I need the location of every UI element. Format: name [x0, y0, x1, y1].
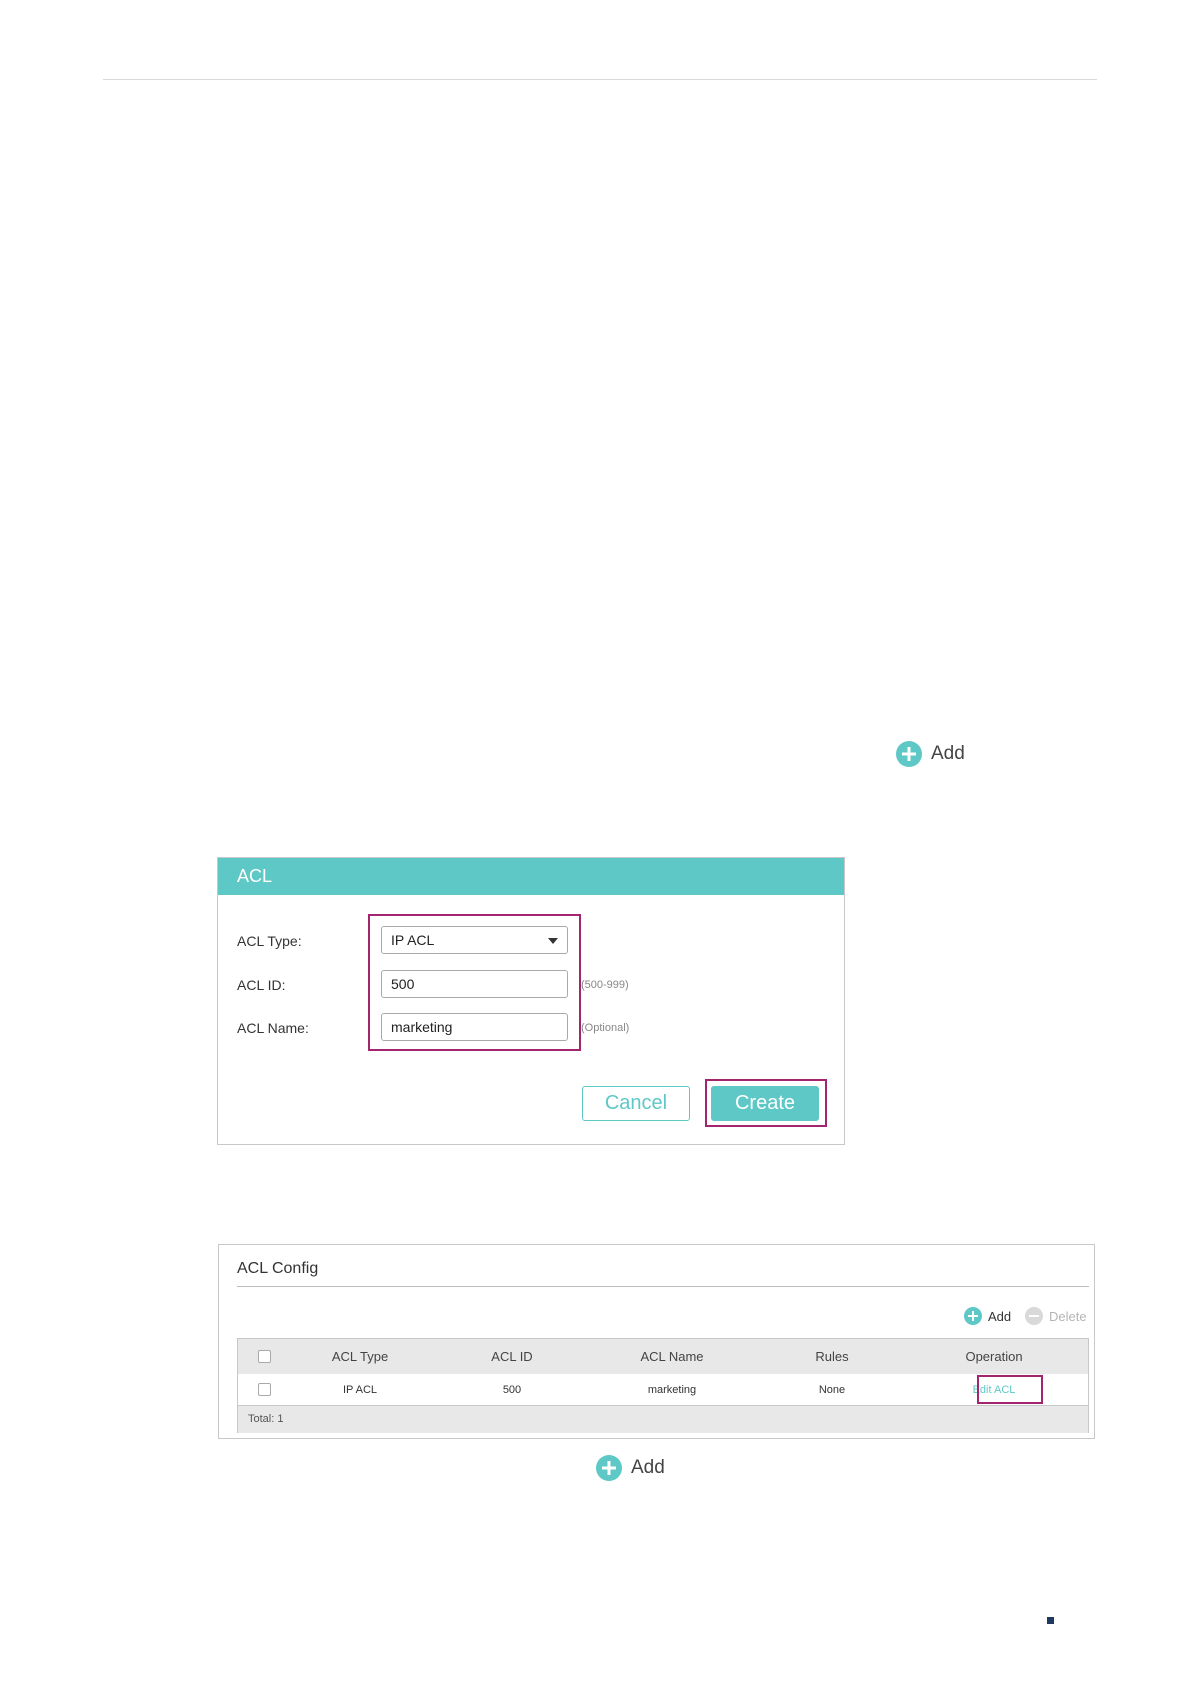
- table-header: ACL Type ACL ID ACL Name Rules Operation: [238, 1339, 1088, 1375]
- column-header: ACL Type: [331, 1349, 389, 1364]
- add-button-reference-bottom: Add: [596, 1455, 665, 1481]
- select-all-cell: [238, 1339, 290, 1374]
- edit-acl-highlight-box: [977, 1375, 1043, 1404]
- add-label: Add: [931, 743, 965, 764]
- dialog-title: ACL: [218, 858, 844, 895]
- column-header: Rules: [815, 1349, 849, 1364]
- acl-type-label: ACL Type:: [237, 933, 302, 949]
- panel-title: ACL Config: [237, 1260, 319, 1277]
- plus-circle-icon: [896, 741, 922, 767]
- cell-acl-name: marketing: [647, 1383, 697, 1396]
- acl-id-label: ACL ID:: [237, 977, 286, 993]
- add-label: Add: [631, 1457, 665, 1478]
- acl-config-panel: ACL Config Add Delete ACL Type ACL ID AC…: [218, 1244, 1095, 1439]
- total-count: Total: 1: [248, 1413, 284, 1425]
- table-delete-button[interactable]: Delete: [1025, 1307, 1087, 1325]
- cell-acl-id: 500: [502, 1383, 522, 1396]
- table-delete-label: Delete: [1049, 1308, 1087, 1324]
- row-select-cell: [238, 1374, 290, 1405]
- select-all-checkbox[interactable]: [257, 1350, 271, 1363]
- table-row: IP ACL 500 marketing None Edit ACL: [238, 1374, 1088, 1405]
- acl-name-label: ACL Name:: [237, 1020, 309, 1036]
- column-header: ACL Name: [640, 1349, 704, 1364]
- minus-circle-icon: [1025, 1307, 1043, 1325]
- top-rule: [103, 79, 1097, 80]
- page-corner-mark: [1047, 1617, 1054, 1624]
- cell-acl-type: IP ACL: [342, 1383, 378, 1396]
- fields-highlight-box: [368, 914, 581, 1051]
- table-add-label: Add: [988, 1308, 1012, 1324]
- cancel-button[interactable]: Cancel: [582, 1086, 690, 1121]
- cell-rules: None: [818, 1383, 846, 1396]
- acl-id-hint: (500-999): [581, 979, 629, 991]
- acl-dialog: ACL ACL Type: IP ACL ACL ID: 500 (500-99…: [217, 857, 845, 1145]
- plus-circle-icon: [596, 1455, 622, 1481]
- row-checkbox[interactable]: [257, 1383, 271, 1396]
- acl-name-hint: (Optional): [581, 1022, 630, 1034]
- create-highlight-box: [705, 1079, 827, 1127]
- add-button-reference: Add: [896, 741, 965, 767]
- panel-divider: [237, 1286, 1089, 1287]
- plus-circle-icon: [964, 1307, 982, 1325]
- column-header: Operation: [965, 1349, 1023, 1364]
- table-footer: Total: 1: [238, 1405, 1088, 1433]
- table-add-button[interactable]: Add: [964, 1307, 1011, 1325]
- column-header: ACL ID: [491, 1349, 533, 1364]
- acl-table: ACL Type ACL ID ACL Name Rules Operation…: [237, 1338, 1089, 1433]
